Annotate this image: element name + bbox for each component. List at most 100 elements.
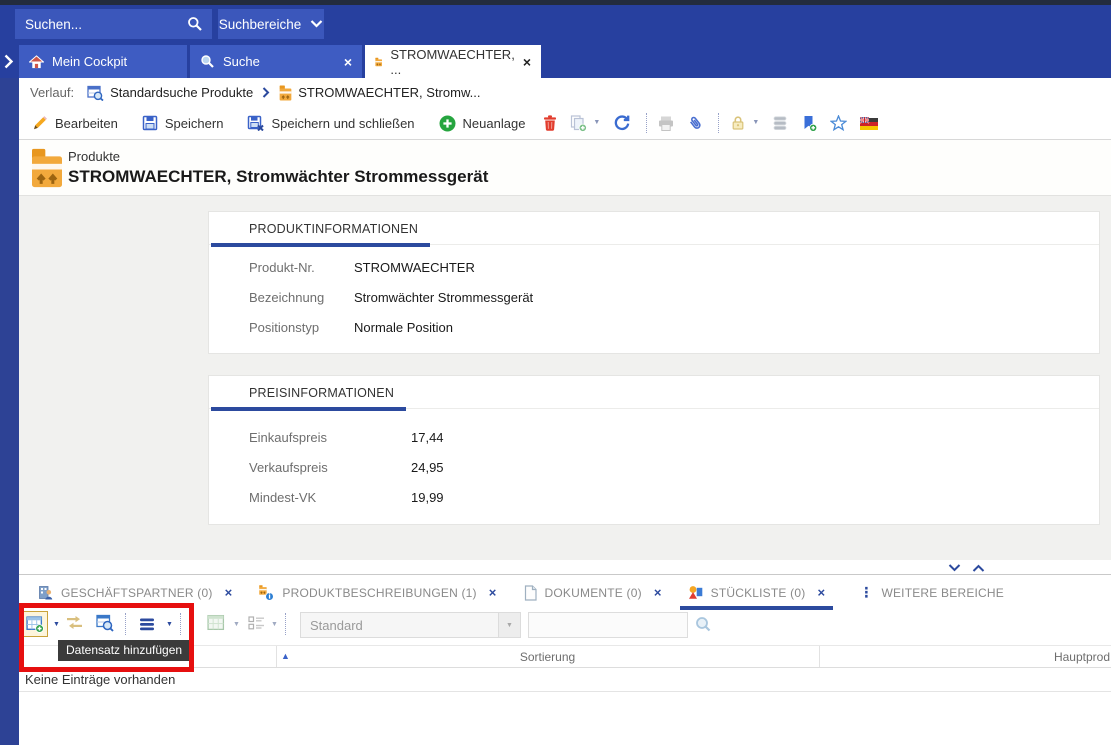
filter-search-input[interactable]	[529, 613, 687, 637]
star-icon	[830, 115, 847, 131]
tab-label: WEITERE BEREICHE	[881, 586, 1004, 600]
toolbar-separator	[646, 113, 647, 133]
tab-suche[interactable]: Suche ×	[190, 45, 362, 78]
save-close-label: Speichern und schließen	[271, 116, 414, 131]
field-value: STROMWAECHTER	[354, 260, 475, 275]
edit-button[interactable]: Bearbeiten	[32, 115, 118, 131]
menu-button[interactable]	[139, 618, 155, 631]
save-close-icon	[247, 115, 264, 131]
add-record-button[interactable]	[22, 611, 48, 637]
attachment-button[interactable]	[687, 115, 703, 132]
product-icon	[375, 54, 382, 70]
product-info-card: PRODUKTINFORMATIONEN Produkt-Nr. STROMWA…	[208, 211, 1100, 354]
tab-label: Suche	[223, 54, 260, 69]
panel-splitter[interactable]	[19, 560, 1111, 575]
table-view-dropdown-icon[interactable]: ▼	[233, 621, 240, 628]
search-areas-button[interactable]: Suchbereiche	[218, 9, 324, 39]
trash-icon	[543, 115, 557, 131]
bookmark-add-icon	[801, 115, 817, 132]
tab-stromwaechter[interactable]: STROMWAECHTER, ... ×	[365, 45, 541, 78]
home-icon	[29, 55, 44, 69]
table-view-button[interactable]	[207, 614, 225, 631]
add-record-dropdown-icon[interactable]: ▼	[53, 621, 60, 628]
paperclip-icon	[687, 115, 703, 132]
grouping-icon	[248, 616, 265, 630]
tab-dokumente[interactable]: DOKUMENTE (0) ×	[515, 575, 670, 610]
tab-label: Mein Cockpit	[52, 54, 127, 69]
tab-preisinformationen[interactable]: PREISINFORMATIONEN	[211, 376, 406, 411]
field-value: Stromwächter Strommessgerät	[354, 290, 533, 305]
search-icon	[695, 616, 712, 633]
print-button[interactable]	[658, 116, 674, 131]
field-row: Mindest-VK 19,99	[249, 490, 444, 505]
chevron-down-icon	[310, 20, 323, 28]
left-edge-strip	[0, 78, 19, 745]
language-flag-button[interactable]	[860, 117, 878, 130]
record-content-area: PRODUKTINFORMATIONEN Produkt-Nr. STROMWA…	[19, 196, 1111, 560]
copy-add-icon	[570, 115, 587, 132]
lock-button[interactable]	[730, 115, 746, 131]
bookmark-add-button[interactable]	[801, 115, 817, 132]
global-search-box	[15, 9, 212, 39]
toolbar-separator	[718, 113, 719, 133]
close-icon[interactable]: ×	[654, 585, 662, 600]
grouping-button[interactable]	[248, 616, 265, 630]
close-icon[interactable]: ×	[344, 55, 352, 69]
close-icon[interactable]: ×	[817, 585, 825, 600]
delete-button[interactable]	[543, 115, 557, 131]
grouping-dropdown-icon[interactable]: ▼	[271, 621, 278, 628]
product-description-icon	[258, 585, 274, 601]
tab-label: GESCHÄFTSPARTNER (0)	[61, 586, 213, 600]
close-icon[interactable]: ×	[523, 55, 531, 69]
tab-produktinformationen[interactable]: PRODUKTINFORMATIONEN	[211, 212, 430, 247]
breadcrumb-label: Standardsuche Produkte	[110, 85, 253, 100]
tab-geschaeftspartner[interactable]: GESCHÄFTSPARTNER (0) ×	[30, 575, 240, 610]
search-icon[interactable]	[187, 16, 203, 32]
product-icon	[30, 148, 64, 188]
grid-empty-message: Keine Einträge vorhanden	[19, 668, 1111, 692]
stack-icon	[772, 116, 788, 131]
column-header-hauptprodukt[interactable]: Hauptprod	[819, 646, 1111, 668]
column-header-sortierung[interactable]: Sortierung	[276, 646, 819, 668]
main-tab-bar: Mein Cockpit Suche × STROMWAECHTER, ... …	[0, 45, 1111, 78]
field-label: Einkaufspreis	[249, 430, 411, 445]
new-record-button[interactable]: Neuanlage	[439, 115, 526, 132]
tab-label: STÜCKLISTE (0)	[711, 586, 806, 600]
save-close-button[interactable]: Speichern und schließen	[247, 115, 414, 131]
filter-search-button[interactable]	[695, 616, 712, 633]
field-label: Verkaufspreis	[249, 460, 411, 475]
field-label: Bezeichnung	[249, 290, 354, 305]
close-icon[interactable]: ×	[489, 585, 497, 600]
save-button[interactable]: Speichern	[142, 115, 224, 131]
favorite-button[interactable]	[830, 115, 847, 131]
global-search-input[interactable]	[15, 17, 187, 32]
application-window: Suchbereiche Mein Cockpit Suche ×	[0, 0, 1111, 745]
breadcrumb-chevron-icon	[262, 87, 270, 98]
breadcrumb-prefix: Verlauf:	[30, 85, 74, 100]
view-selector-dropdown-button[interactable]: ▼	[498, 613, 520, 637]
breadcrumb-item-stromwaechter[interactable]: STROMWAECHTER, Stromw...	[279, 85, 480, 101]
view-selector[interactable]: Standard ▼	[300, 612, 521, 638]
expand-panel-icon[interactable]	[972, 564, 985, 572]
menu-dropdown-icon[interactable]: ▼	[166, 621, 173, 628]
transfer-button[interactable]	[65, 615, 84, 630]
collapse-panel-icon[interactable]	[948, 564, 961, 572]
view-selector-value: Standard	[301, 618, 498, 633]
tab-produktbeschreibungen[interactable]: PRODUKTBESCHREIBUNGEN (1) ×	[250, 575, 504, 610]
tab-mein-cockpit[interactable]: Mein Cockpit	[19, 45, 187, 78]
breadcrumb-label: STROMWAECHTER, Stromw...	[298, 85, 480, 100]
tab-weitere-bereiche[interactable]: ⋮ WEITERE BEREICHE	[851, 575, 1012, 610]
close-icon[interactable]: ×	[225, 585, 233, 600]
tab-stueckliste[interactable]: STÜCKLISTE (0) ×	[680, 575, 834, 610]
refresh-button[interactable]	[613, 114, 631, 132]
search-records-button[interactable]	[96, 614, 114, 632]
copy-add-button[interactable]	[570, 115, 587, 132]
field-label: Positionstyp	[249, 320, 354, 335]
language-flag-icon	[860, 117, 878, 130]
lock-dropdown-icon[interactable]: ▼	[752, 119, 759, 126]
breadcrumb-item-standardsuche[interactable]: Standardsuche Produkte	[87, 85, 253, 101]
more-dots-icon: ⋮	[859, 584, 873, 601]
archive-button[interactable]	[772, 116, 788, 131]
tab-scroll-left-icon[interactable]	[3, 54, 14, 69]
copy-dropdown-icon[interactable]: ▼	[593, 119, 600, 126]
